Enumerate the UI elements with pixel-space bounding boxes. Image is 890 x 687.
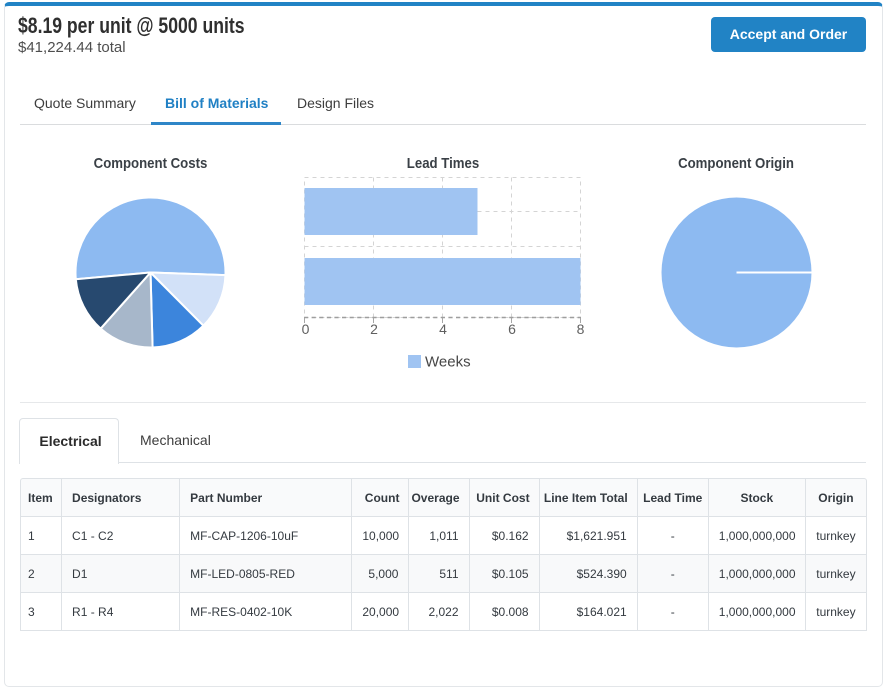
svg-text:2: 2 <box>370 321 378 337</box>
svg-text:4: 4 <box>439 321 447 337</box>
svg-text:6: 6 <box>508 321 516 337</box>
svg-text:0: 0 <box>302 321 310 337</box>
svg-text:Weeks: Weeks <box>425 354 471 371</box>
svg-text:8: 8 <box>577 321 585 337</box>
